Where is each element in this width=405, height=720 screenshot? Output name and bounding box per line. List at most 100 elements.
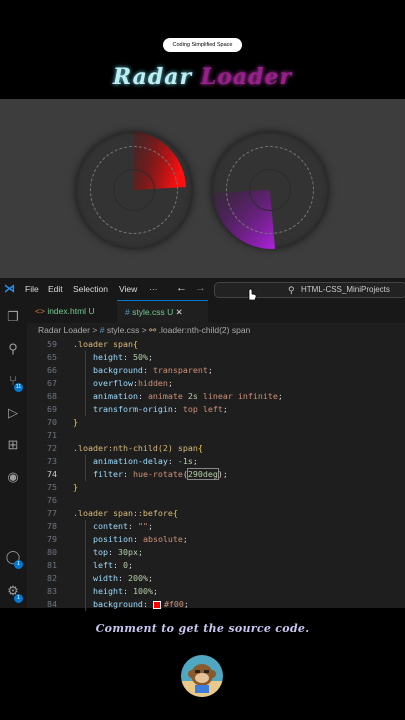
code-line[interactable]: 77 .loader span::before{ — [27, 507, 405, 520]
code-token: ; — [147, 573, 153, 583]
extensions-icon[interactable]: ⊞ — [4, 436, 22, 454]
code-token: content — [73, 521, 128, 531]
code-token: hue-rotate — [132, 469, 183, 479]
code-token: overflow — [73, 378, 133, 388]
code-token: ; — [222, 469, 228, 479]
code-token: left — [73, 560, 113, 570]
code-token: hidden — [137, 378, 168, 388]
code-line[interactable]: 84 background: #f00; — [27, 598, 405, 611]
code-text: top: 30px; — [73, 546, 143, 559]
css-file-icon: # — [125, 307, 130, 317]
line-number: 66 — [47, 365, 57, 375]
manage-badge: 1 — [14, 594, 23, 603]
tab-style-css[interactable]: # style.css U ✕ — [117, 300, 208, 323]
code-token: ; — [192, 456, 198, 466]
title-word-1: Radar — [112, 64, 193, 90]
code-text: .loader span{ — [73, 338, 138, 351]
line-number: 78 — [47, 521, 57, 531]
code-line[interactable]: 67 overflow:hidden; — [27, 377, 405, 390]
line-number: 82 — [47, 573, 57, 583]
code-line[interactable]: 82 width: 200%; — [27, 572, 405, 585]
code-line[interactable]: 65 height: 50%; — [27, 351, 405, 364]
tab-label: index.html — [47, 306, 87, 316]
code-line[interactable]: 81 left: 0; — [27, 559, 405, 572]
code-text: background: #f00; — [73, 598, 189, 611]
line-number: 72 — [47, 443, 57, 453]
search-icon[interactable]: ⚲ — [4, 340, 22, 358]
code-text: left: 0; — [73, 559, 133, 572]
accounts-badge: 1 — [14, 560, 23, 569]
menu-file[interactable]: File — [25, 284, 39, 294]
code-token: ; — [277, 391, 283, 401]
arrow-right-icon[interactable]: → — [195, 282, 206, 294]
css-file-icon: # — [99, 325, 105, 335]
line-number: 79 — [47, 534, 57, 544]
radar-ring-inner — [249, 169, 291, 211]
code-line[interactable]: 73 animation-delay: -1s; — [27, 455, 405, 468]
menu-more[interactable]: ··· — [149, 284, 158, 294]
channel-avatar — [181, 655, 223, 697]
menu-edit[interactable]: Edit — [48, 284, 63, 294]
tab-status: U — [167, 307, 174, 317]
vscode-icon[interactable]: ⋊ — [4, 282, 15, 295]
run-debug-icon[interactable]: ▷ — [4, 404, 22, 422]
code-line[interactable]: 80 top: 30px; — [27, 546, 405, 559]
code-token: : — [127, 521, 138, 531]
close-icon[interactable]: ✕ — [176, 307, 183, 317]
code-token: : — [137, 391, 148, 401]
line-number: 76 — [47, 495, 57, 505]
code-line[interactable]: 70} — [27, 416, 405, 429]
breadcrumb-folder[interactable]: Radar Loader — [38, 325, 90, 335]
indent-guide — [85, 520, 86, 611]
code-token: -1s — [177, 456, 193, 466]
tab-index-html[interactable]: <> index.html U — [27, 300, 113, 323]
code-text: animation-delay: -1s; — [73, 455, 198, 468]
code-token: { — [197, 443, 203, 453]
code-token: : — [167, 456, 178, 466]
browser-preview — [0, 99, 405, 278]
code-line[interactable]: 74 filter: hue-rotate(290deg); — [27, 468, 405, 481]
code-line[interactable]: 66 background: transparent; — [27, 364, 405, 377]
menu-view[interactable]: View — [119, 284, 137, 294]
menubar: ⋊ File Edit Selection View ··· ← → ⚲ HTM… — [0, 278, 405, 301]
code-token: 50% — [132, 352, 148, 362]
line-number: 74 — [47, 469, 57, 479]
code-line[interactable]: 59 .loader span{ — [27, 338, 405, 351]
line-number: 67 — [47, 378, 57, 388]
code-line[interactable]: 75} — [27, 481, 405, 494]
source-control-badge: 11 — [14, 383, 23, 392]
code-line[interactable]: 72 .loader:nth-child(2) span{ — [27, 442, 405, 455]
line-number: 68 — [47, 391, 57, 401]
code-line[interactable]: 68 animation: animate 2s linear infinite… — [27, 390, 405, 403]
code-line[interactable]: 78 content: ""; — [27, 520, 405, 533]
code-token: : — [112, 560, 123, 570]
code-line[interactable]: 83 height: 100%; — [27, 585, 405, 598]
code-token: animation — [73, 391, 138, 401]
code-text: overflow:hidden; — [73, 377, 173, 390]
breadcrumb-file[interactable]: style.css — [107, 325, 140, 335]
code-token: height — [73, 352, 123, 362]
code-token: position — [73, 534, 133, 544]
code-token: linear infinite — [197, 391, 278, 401]
monkey-logo-icon — [181, 664, 223, 697]
code-token: top left — [182, 404, 223, 414]
code-token: : — [132, 534, 143, 544]
code-line[interactable]: 76 — [27, 494, 405, 507]
indent-guide — [85, 351, 86, 416]
tab-label: style.css — [132, 307, 165, 317]
code-text: animation: animate 2s linear infinite; — [73, 390, 283, 403]
github-icon[interactable]: ◉ — [4, 468, 22, 486]
code-line[interactable]: 69 transform-origin: top left; — [27, 403, 405, 416]
color-swatch-icon[interactable] — [152, 600, 161, 609]
menu-selection[interactable]: Selection — [73, 284, 108, 294]
code-line[interactable]: 79 position: absolute; — [27, 533, 405, 546]
breadcrumb-symbol[interactable]: .loader:nth-child(2) span — [159, 325, 251, 335]
code-token: background — [73, 599, 143, 609]
command-center-search[interactable]: ⚲ HTML-CSS_MiniProjects — [214, 282, 405, 301]
code-text: } — [73, 481, 78, 494]
code-token: } — [73, 417, 78, 427]
arrow-left-icon[interactable]: ← — [176, 282, 187, 294]
explorer-icon[interactable]: ❐ — [4, 308, 22, 326]
code-text: filter: hue-rotate(290deg); — [73, 468, 228, 481]
code-line[interactable]: 71 — [27, 429, 405, 442]
